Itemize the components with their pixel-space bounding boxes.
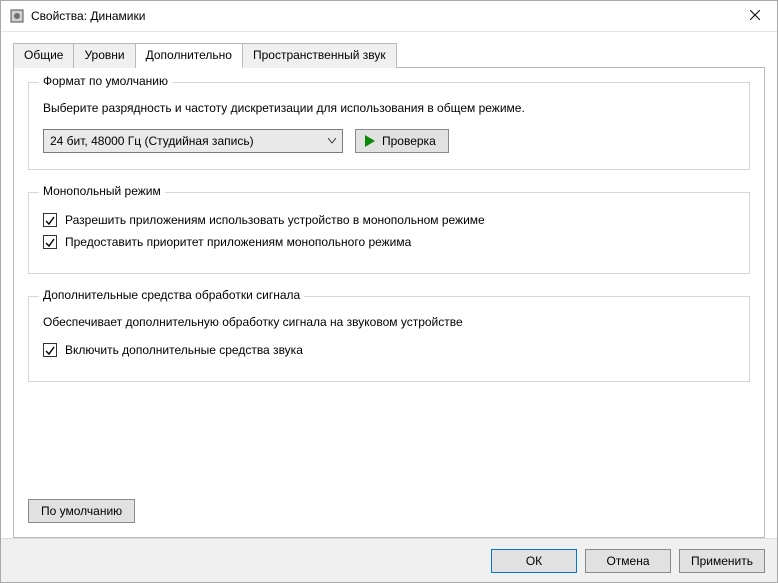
titlebar: Свойства: Динамики <box>1 1 777 32</box>
check-icon <box>45 215 55 225</box>
check-icon <box>45 345 55 355</box>
tab-general[interactable]: Общие <box>13 43 74 68</box>
enable-enhancements-label: Включить дополнительные средства звука <box>65 343 303 357</box>
tab-spatial[interactable]: Пространственный звук <box>243 43 397 68</box>
window-root: Свойства: Динамики Общие Уровни Дополнит… <box>0 0 778 583</box>
cancel-button[interactable]: Отмена <box>585 549 671 573</box>
group-exclusive-mode: Монопольный режим Разрешить приложениям … <box>28 192 750 274</box>
allow-exclusive-row[interactable]: Разрешить приложениям использовать устро… <box>43 213 735 227</box>
content-area: Общие Уровни Дополнительно Пространствен… <box>1 32 777 538</box>
enable-enhancements-row[interactable]: Включить дополнительные средства звука <box>43 343 735 357</box>
test-button[interactable]: Проверка <box>355 129 449 153</box>
check-icon <box>45 237 55 247</box>
defaults-button[interactable]: По умолчанию <box>28 499 135 523</box>
default-format-desc: Выберите разрядность и частоту дискретиз… <box>43 99 735 117</box>
group-signal-enhancements: Дополнительные средства обработки сигнал… <box>28 296 750 382</box>
give-priority-label: Предоставить приоритет приложениям моноп… <box>65 235 411 249</box>
group-exclusive-legend: Монопольный режим <box>39 184 165 198</box>
allow-exclusive-checkbox[interactable] <box>43 213 57 227</box>
tab-strip: Общие Уровни Дополнительно Пространствен… <box>13 42 765 68</box>
tab-levels[interactable]: Уровни <box>74 43 135 68</box>
give-priority-row[interactable]: Предоставить приоритет приложениям моноп… <box>43 235 735 249</box>
close-button[interactable] <box>732 1 777 32</box>
play-icon <box>364 135 376 147</box>
defaults-button-label: По умолчанию <box>41 504 122 518</box>
format-dropdown-value: 24 бит, 48000 Гц (Студийная запись) <box>50 134 254 148</box>
ok-button[interactable]: ОК <box>491 549 577 573</box>
group-default-format-legend: Формат по умолчанию <box>39 74 172 88</box>
allow-exclusive-label: Разрешить приложениям использовать устро… <box>65 213 485 227</box>
speaker-icon <box>9 8 25 24</box>
window-title: Свойства: Динамики <box>31 9 732 23</box>
close-icon <box>750 9 760 23</box>
format-dropdown[interactable]: 24 бит, 48000 Гц (Студийная запись) <box>43 129 343 153</box>
apply-button[interactable]: Применить <box>679 549 765 573</box>
ok-button-label: ОК <box>526 554 542 568</box>
group-signal-legend: Дополнительные средства обработки сигнал… <box>39 288 304 302</box>
tab-advanced[interactable]: Дополнительно <box>136 43 243 68</box>
tabpanel-advanced: Формат по умолчанию Выберите разрядность… <box>13 68 765 538</box>
signal-desc: Обеспечивает дополнительную обработку си… <box>43 313 735 331</box>
give-priority-checkbox[interactable] <box>43 235 57 249</box>
format-row: 24 бит, 48000 Гц (Студийная запись) Пров… <box>43 129 735 153</box>
group-default-format: Формат по умолчанию Выберите разрядность… <box>28 82 750 170</box>
dialog-button-bar: ОК Отмена Применить <box>1 538 777 582</box>
apply-button-label: Применить <box>691 554 753 568</box>
defaults-row: По умолчанию <box>28 499 750 523</box>
test-button-label: Проверка <box>382 134 436 148</box>
enable-enhancements-checkbox[interactable] <box>43 343 57 357</box>
cancel-button-label: Отмена <box>606 554 649 568</box>
chevron-down-icon <box>328 136 336 147</box>
